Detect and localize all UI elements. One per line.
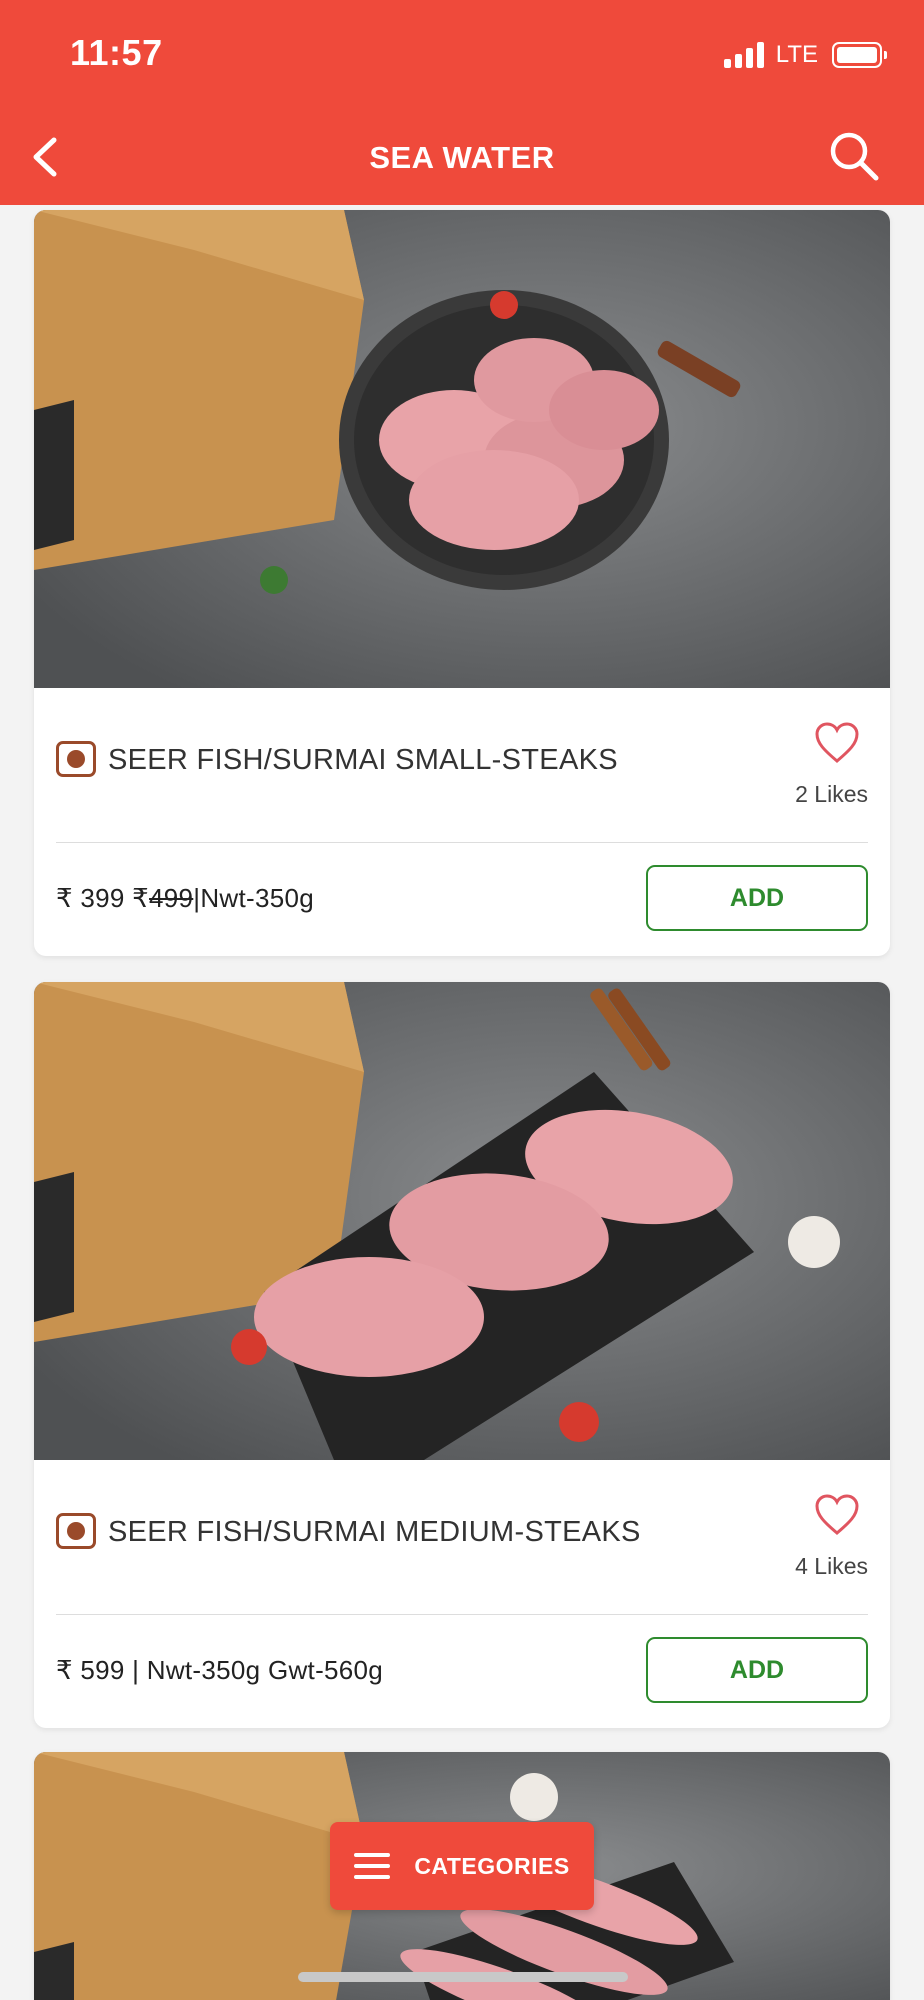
like-button[interactable]: [814, 722, 860, 764]
non-veg-mark-icon: [56, 1513, 96, 1549]
search-button[interactable]: [826, 128, 882, 184]
price-current: ₹ 399 ₹: [56, 883, 150, 913]
network-label: LTE: [775, 41, 818, 68]
status-icons: LTE: [723, 38, 887, 72]
likes-count: 2 Likes: [795, 781, 868, 807]
likes-count: 4 Likes: [795, 1553, 868, 1579]
home-indicator[interactable]: [298, 1972, 628, 1982]
add-to-cart-button[interactable]: ADD: [646, 1637, 868, 1703]
product-footer: ₹ 399 ₹499|Nwt-350g ADD: [34, 843, 890, 956]
product-image[interactable]: [34, 210, 890, 688]
categories-label: CATEGORIES: [414, 1852, 570, 1879]
product-price: ₹ 399 ₹499|Nwt-350g: [56, 883, 314, 914]
non-veg-mark-icon: [56, 741, 96, 777]
price-original: 499: [149, 883, 194, 913]
add-to-cart-button[interactable]: ADD: [646, 865, 868, 931]
categories-button[interactable]: CATEGORIES: [330, 1822, 594, 1910]
search-icon: [830, 132, 879, 181]
heart-icon: [815, 722, 859, 763]
product-info: SEER FISH/SURMAI SMALL-STEAKS 2 Likes: [34, 688, 890, 843]
product-image[interactable]: [34, 982, 890, 1460]
product-price: ₹ 599 | Nwt-350g Gwt-560g: [56, 1655, 383, 1686]
product-footer: ₹ 599 | Nwt-350g Gwt-560g ADD: [34, 1615, 890, 1728]
price-current: ₹ 599 | Nwt-350g Gwt-560g: [56, 1655, 384, 1685]
heart-icon: [815, 1494, 859, 1535]
product-info: SEER FISH/SURMAI MEDIUM-STEAKS 4 Likes: [34, 1460, 890, 1615]
signal-icon: [723, 42, 764, 68]
product-name[interactable]: SEER FISH/SURMAI MEDIUM-STEAKS: [108, 1516, 641, 1549]
price-weight: |Nwt-350g: [193, 883, 315, 913]
product-card[interactable]: SEER FISH/SURMAI SMALL-STEAKS 2 Likes ₹ …: [34, 210, 890, 956]
product-card[interactable]: SEER FISH/SURMAI MEDIUM-STEAKS 4 Likes ₹…: [34, 982, 890, 1728]
battery-icon: [832, 42, 887, 68]
product-name[interactable]: SEER FISH/SURMAI SMALL-STEAKS: [108, 744, 618, 777]
status-time: 11:57: [70, 32, 163, 73]
page-title: SEA WATER: [369, 140, 555, 175]
menu-icon: [354, 1853, 391, 1879]
app-header: 11:57 LTE SEA WATER: [0, 0, 924, 205]
like-button[interactable]: [814, 1494, 860, 1536]
